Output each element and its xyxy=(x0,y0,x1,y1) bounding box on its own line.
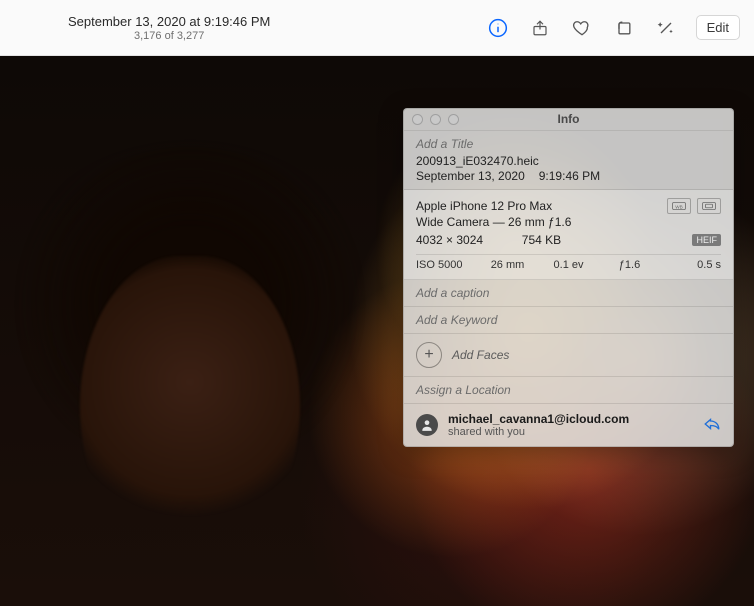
caption-section: Add a caption xyxy=(404,280,733,307)
camera-lens: Wide Camera — 26 mm ƒ1.6 xyxy=(416,214,571,230)
info-icon[interactable] xyxy=(486,16,510,40)
photo-timestamp: September 13, 2020 at 9:19:46 PM xyxy=(68,14,270,29)
info-window: Info Add a Title 200913_iE032470.heic Se… xyxy=(403,108,734,447)
filesize-label: 754 KB xyxy=(522,233,561,247)
format-badge: HEIF xyxy=(692,234,721,246)
exif-shutter: 0.5 s xyxy=(660,259,721,271)
add-face-button[interactable]: + xyxy=(416,342,442,368)
dimensions-label: 4032 × 3024 xyxy=(416,233,483,247)
location-field[interactable]: Assign a Location xyxy=(416,383,721,397)
rotate-icon[interactable] xyxy=(612,16,636,40)
camera-model: Apple iPhone 12 Pro Max xyxy=(416,198,571,214)
avatar xyxy=(416,414,438,436)
raw-icon[interactable] xyxy=(697,198,721,214)
white-balance-icon[interactable]: WB xyxy=(667,198,691,214)
exif-focal: 26 mm xyxy=(477,259,538,271)
photo-counter: 3,176 of 3,277 xyxy=(134,30,204,42)
favorite-icon[interactable] xyxy=(570,16,594,40)
toolbar-title-block: September 13, 2020 at 9:19:46 PM 3,176 o… xyxy=(68,14,270,42)
svg-text:WB: WB xyxy=(675,204,683,209)
filename-label: 200913_iE032470.heic xyxy=(416,154,721,168)
faces-label: Add Faces xyxy=(452,348,509,362)
keyword-field[interactable]: Add a Keyword xyxy=(416,313,721,327)
keyword-section: Add a Keyword xyxy=(404,307,733,334)
faces-section: + Add Faces xyxy=(404,334,733,377)
time-text: 9:19:46 PM xyxy=(539,169,600,183)
toolbar-actions: Edit xyxy=(486,15,740,40)
camera-section: Apple iPhone 12 Pro Max Wide Camera — 26… xyxy=(404,190,733,280)
enhance-icon[interactable] xyxy=(654,16,678,40)
info-window-title: Info xyxy=(404,112,733,126)
shared-by-email: michael_cavanna1@icloud.com xyxy=(448,412,693,426)
exif-row: ISO 5000 26 mm 0.1 ev ƒ1.6 0.5 s xyxy=(416,254,721,271)
exif-ev: 0.1 ev xyxy=(538,259,599,271)
toolbar: September 13, 2020 at 9:19:46 PM 3,176 o… xyxy=(0,0,754,56)
shared-sub: shared with you xyxy=(448,426,693,438)
date-text: September 13, 2020 xyxy=(416,169,525,183)
exif-iso: ISO 5000 xyxy=(416,259,477,271)
share-icon[interactable] xyxy=(528,16,552,40)
title-section: Add a Title 200913_iE032470.heic Septemb… xyxy=(404,131,733,190)
location-section: Assign a Location xyxy=(404,377,733,404)
info-titlebar[interactable]: Info xyxy=(404,109,733,131)
edit-button[interactable]: Edit xyxy=(696,15,740,40)
reply-icon[interactable] xyxy=(703,416,721,435)
caption-field[interactable]: Add a caption xyxy=(416,286,721,300)
title-field[interactable]: Add a Title xyxy=(416,137,721,151)
shared-section: michael_cavanna1@icloud.com shared with … xyxy=(404,404,733,446)
photo-decoration xyxy=(80,256,300,556)
date-label: September 13, 2020 9:19:46 PM xyxy=(416,169,721,183)
exif-aperture: ƒ1.6 xyxy=(599,259,660,271)
